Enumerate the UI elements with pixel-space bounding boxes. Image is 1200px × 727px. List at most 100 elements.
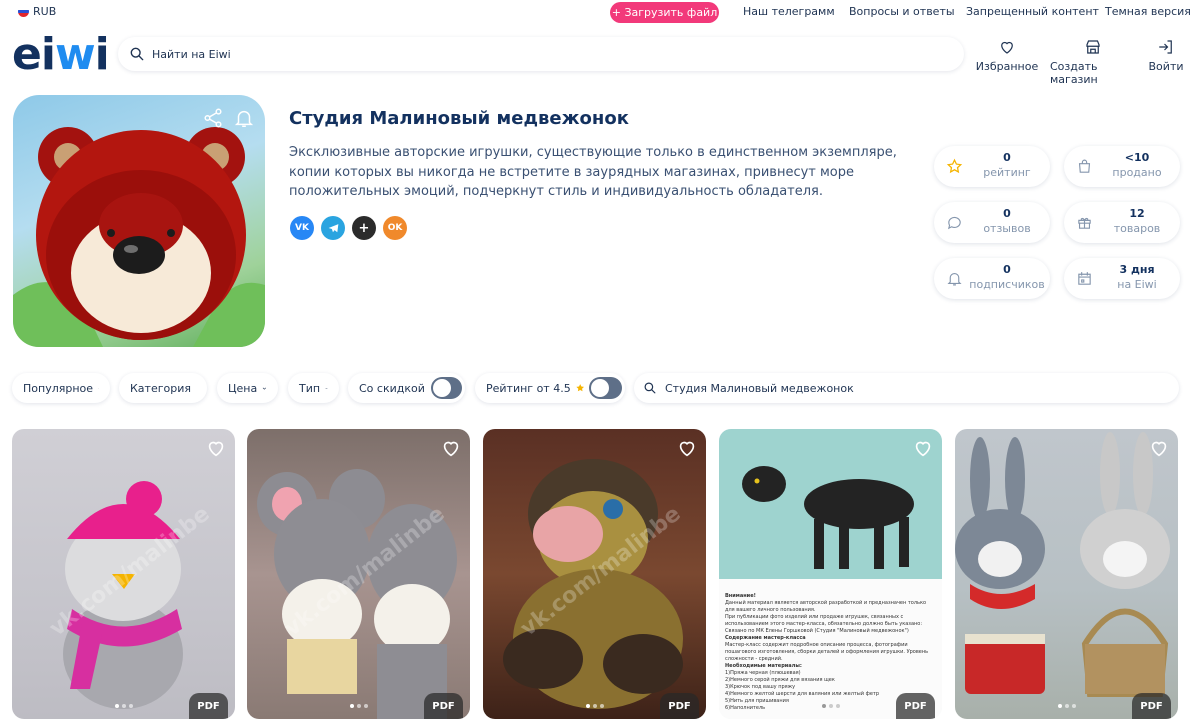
heart-icon (1001, 41, 1013, 54)
image-dots (821, 704, 840, 708)
doc-heading: Внимание! (725, 593, 756, 599)
bag-icon (1078, 159, 1091, 173)
search-bar (118, 37, 964, 71)
doc-line: Мастер-класс содержит подробное описание… (725, 642, 929, 662)
bell-icon (947, 272, 962, 286)
filter-label: Со скидкой (359, 381, 425, 395)
shop-search-bar[interactable]: Студия Малиновый медвежонок (634, 373, 1179, 403)
stat-value: <10 (1124, 151, 1150, 164)
search-input[interactable] (152, 47, 932, 61)
heart-icon[interactable] (912, 437, 934, 459)
heart-icon[interactable] (440, 437, 462, 459)
pdf-badge: PDF (424, 693, 463, 719)
heart-icon[interactable] (676, 437, 698, 459)
vk-icon[interactable]: VK (290, 216, 314, 240)
upload-file-button[interactable]: + Загрузить файл (610, 2, 719, 23)
filter-category[interactable]: Категория (119, 373, 207, 403)
doc-line: 1)Пряжа черная (плюшевая) (725, 670, 801, 676)
login-icon (1159, 40, 1172, 54)
forbidden-content-link[interactable]: Запрещенный контент (966, 5, 1099, 18)
logo-part-3: i (94, 29, 110, 80)
image-dots (114, 704, 133, 708)
image-dots (1057, 704, 1076, 708)
filter-popular[interactable]: Популярное (12, 373, 110, 403)
telegram-link[interactable]: Наш телеграмм (743, 5, 835, 18)
chevron-down-icon (325, 387, 328, 389)
product-card[interactable]: Внимание! Данный материал является автор… (719, 429, 942, 719)
top-bar: RUB + Загрузить файл Наш телеграмм Вопро… (0, 0, 1200, 25)
stat-value: 0 (1003, 151, 1011, 164)
pdf-badge: PDF (1132, 693, 1171, 719)
logo-part-2: w (54, 29, 96, 80)
dark-theme-link[interactable]: Темная версия (1105, 5, 1191, 18)
filter-label: Цена (228, 381, 258, 395)
stat-label: подписчиков (969, 278, 1045, 291)
share-icon[interactable] (202, 107, 224, 129)
product-image (955, 432, 1170, 697)
eiwi-logo[interactable]: eiwi (12, 33, 110, 77)
shop-title: Студия Малиновый медвежонок (289, 108, 629, 129)
favorites-label: Избранное (975, 60, 1039, 73)
product-card[interactable]: vk.com/malinbe PDF (247, 429, 470, 719)
pdf-badge: PDF (189, 693, 228, 719)
social-links: VK + OK (290, 216, 407, 240)
filter-label: Тип (299, 381, 321, 395)
stat-products: 12 товаров (1064, 202, 1180, 243)
stat-sold: <10 продано (1064, 146, 1180, 187)
stat-label: товаров (1113, 222, 1161, 235)
image-dots (349, 704, 368, 708)
telegram-icon[interactable] (321, 216, 345, 240)
search-icon (130, 47, 144, 61)
product-image (719, 429, 942, 579)
stat-value: 12 (1129, 207, 1145, 220)
filter-rating[interactable]: Рейтинг от 4.5 (475, 373, 625, 403)
rating-toggle[interactable] (589, 377, 622, 399)
shop-avatar (13, 95, 265, 347)
login-label: Войти (1148, 60, 1184, 73)
product-card[interactable]: PDF (955, 429, 1178, 719)
discount-toggle[interactable] (430, 377, 462, 399)
stat-value: 0 (1003, 263, 1011, 276)
doc-line: Необходимые материалы: (725, 663, 802, 669)
filter-label: Рейтинг от 4.5 (486, 381, 571, 395)
filter-discount[interactable]: Со скидкой (348, 373, 465, 403)
search-icon (644, 382, 656, 394)
filter-price[interactable]: Цена (217, 373, 278, 403)
product-card[interactable]: vk.com/malinbe PDF (483, 429, 706, 719)
stat-label: рейтинг (983, 166, 1031, 179)
bell-icon[interactable] (233, 107, 255, 129)
stat-rating: 0 рейтинг (934, 146, 1050, 187)
faq-link[interactable]: Вопросы и ответы (849, 5, 955, 18)
heart-icon[interactable] (205, 437, 227, 459)
russia-flag-icon (18, 6, 29, 17)
favorites-button[interactable]: Избранное (975, 38, 1039, 73)
stat-label: отзывов (983, 222, 1031, 235)
create-shop-button[interactable]: Создать магазин (1050, 38, 1136, 86)
doc-line: Содержание мастер-класса (725, 635, 806, 641)
stat-reviews: 0 отзывов (934, 202, 1050, 243)
product-card[interactable]: vk.com/malinbe PDF (12, 429, 235, 719)
heart-icon[interactable] (1148, 437, 1170, 459)
plus-app-icon[interactable]: + (352, 216, 376, 240)
star-icon (576, 384, 584, 392)
currency-selector[interactable]: RUB (18, 5, 56, 18)
doc-line: 3)Крючок под вашу пряжу (725, 684, 796, 690)
stat-value: 3 дня (1119, 263, 1155, 276)
shop-icon (1086, 40, 1100, 54)
doc-line: Данный материал является авторской разра… (725, 600, 927, 613)
doc-line: 2)Немного серой пряжи для вязания щек (725, 677, 835, 683)
pdf-badge: PDF (896, 693, 935, 719)
shop-description: Эксклюзивные авторские игрушки, существу… (289, 145, 897, 199)
create-shop-label: Создать магазин (1050, 60, 1098, 86)
login-button[interactable]: Войти (1148, 38, 1184, 73)
bear-illustration (13, 127, 265, 347)
star-icon (946, 158, 963, 174)
chevron-down-icon (98, 387, 99, 389)
filter-type[interactable]: Тип (288, 373, 339, 403)
currency-label: RUB (33, 5, 57, 18)
pdf-badge: PDF (660, 693, 699, 719)
doc-line: При публикации фото изделий или продаже … (725, 614, 923, 634)
gift-icon (1078, 217, 1091, 229)
comment-icon (947, 217, 961, 230)
odnoklassniki-icon[interactable]: OK (383, 216, 407, 240)
